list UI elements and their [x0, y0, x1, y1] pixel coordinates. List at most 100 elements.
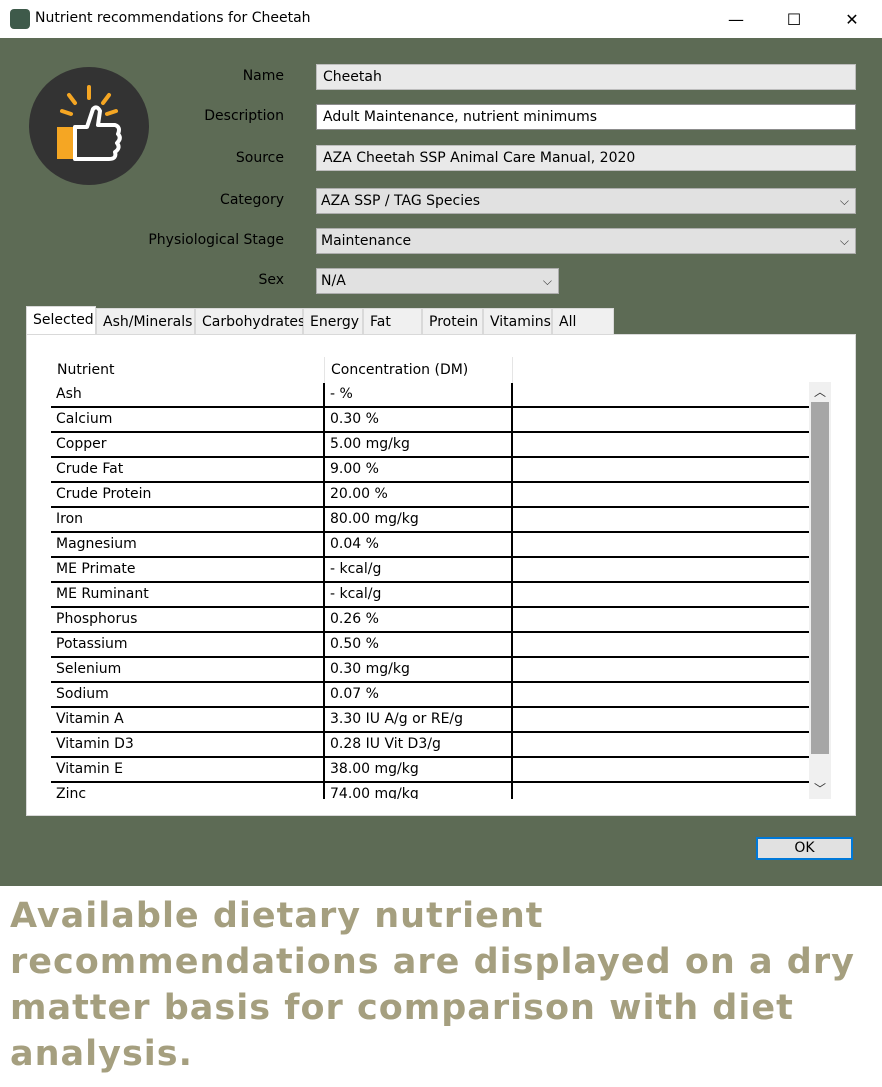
scroll-up-icon[interactable]: ︿ — [809, 382, 831, 402]
column-header-nutrient[interactable]: Nutrient — [51, 357, 325, 383]
empty-cell — [513, 733, 809, 756]
nutrient-cell: Sodium — [51, 683, 325, 706]
nutrient-cell: Iron — [51, 508, 325, 531]
tab-fat[interactable]: Fat — [363, 308, 422, 334]
table-row[interactable]: Potassium 0.50 % — [51, 633, 809, 658]
nutrient-cell: Magnesium — [51, 533, 325, 556]
empty-cell — [513, 633, 809, 656]
concentration-cell: 9.00 % — [325, 458, 513, 481]
nutrient-cell: Calcium — [51, 408, 325, 431]
empty-cell — [513, 783, 809, 799]
maximize-button[interactable]: ☐ — [765, 0, 823, 38]
table-row[interactable]: Selenium 0.30 mg/kg — [51, 658, 809, 683]
scrollbar-thumb[interactable] — [811, 402, 829, 754]
sex-label: Sex — [258, 272, 284, 288]
category-value: AZA SSP / TAG Species — [321, 193, 481, 209]
vertical-scrollbar[interactable]: ︿ ﹀ — [809, 382, 831, 799]
concentration-cell: 0.50 % — [325, 633, 513, 656]
concentration-cell: 80.00 mg/kg — [325, 508, 513, 531]
category-select[interactable]: AZA SSP / TAG Species ⌵ — [316, 188, 856, 214]
table-row[interactable]: Ash - % — [51, 383, 809, 408]
table-row[interactable]: Vitamin A 3.30 IU A/g or RE/g — [51, 708, 809, 733]
sex-select[interactable]: N/A ⌵ — [316, 268, 559, 294]
nutrient-cell: Selenium — [51, 658, 325, 681]
close-button[interactable]: ✕ — [823, 0, 881, 38]
ok-button[interactable]: OK — [756, 837, 853, 860]
empty-cell — [513, 708, 809, 731]
table-row[interactable]: Sodium 0.07 % — [51, 683, 809, 708]
category-label: Category — [220, 192, 284, 208]
empty-cell — [513, 483, 809, 506]
table-row[interactable]: Vitamin E 38.00 mg/kg — [51, 758, 809, 783]
table-row[interactable]: Magnesium 0.04 % — [51, 533, 809, 558]
table-row[interactable]: Vitamin D3 0.28 IU Vit D3/g — [51, 733, 809, 758]
tab-carbohydrates[interactable]: Carbohydrates — [195, 308, 305, 334]
sex-value: N/A — [321, 273, 346, 289]
stage-select[interactable]: Maintenance ⌵ — [316, 228, 856, 254]
concentration-cell: 5.00 mg/kg — [325, 433, 513, 456]
nutrient-cell: Crude Fat — [51, 458, 325, 481]
concentration-cell: 0.07 % — [325, 683, 513, 706]
empty-cell — [513, 383, 809, 406]
nutrient-cell: ME Primate — [51, 558, 325, 581]
source-label: Source — [235, 150, 284, 166]
column-header-concentration[interactable]: Concentration (DM) — [325, 357, 513, 383]
scroll-down-icon[interactable]: ﹀ — [809, 779, 831, 799]
chevron-down-icon: ⌵ — [542, 274, 552, 288]
tab-energy[interactable]: Energy — [303, 308, 363, 334]
table-row[interactable]: Iron 80.00 mg/kg — [51, 508, 809, 533]
chevron-down-icon: ⌵ — [839, 234, 849, 248]
app-icon — [10, 9, 30, 29]
empty-cell — [513, 608, 809, 631]
minimize-button[interactable]: — — [707, 0, 765, 38]
nutrient-cell: Zinc — [51, 783, 325, 799]
table-row[interactable]: Crude Protein 20.00 % — [51, 483, 809, 508]
concentration-cell: 20.00 % — [325, 483, 513, 506]
description-field[interactable]: Adult Maintenance, nutrient minimums — [316, 104, 856, 130]
table-row[interactable]: Calcium 0.30 % — [51, 408, 809, 433]
tab-all[interactable]: All — [552, 308, 614, 334]
concentration-cell: 0.04 % — [325, 533, 513, 556]
empty-cell — [513, 583, 809, 606]
thumbs-up-icon — [57, 85, 122, 161]
nutrient-cell: Vitamin D3 — [51, 733, 325, 756]
tab-ash-minerals[interactable]: Ash/Minerals — [96, 308, 195, 334]
nutrient-cell: Vitamin E — [51, 758, 325, 781]
caption-text: Available dietary nutrient recommendatio… — [10, 896, 855, 1074]
thumbs-up-logo — [29, 67, 149, 185]
nutrient-cell: ME Ruminant — [51, 583, 325, 606]
concentration-cell: 3.30 IU A/g or RE/g — [325, 708, 513, 731]
table-row[interactable]: Copper 5.00 mg/kg — [51, 433, 809, 458]
name-field[interactable]: Cheetah — [316, 64, 856, 90]
nutrient-cell: Crude Protein — [51, 483, 325, 506]
concentration-cell: 74.00 mg/kg — [325, 783, 513, 799]
nutrient-cell: Copper — [51, 433, 325, 456]
source-field[interactable]: AZA Cheetah SSP Animal Care Manual, 2020 — [316, 145, 856, 171]
concentration-cell: 0.30 % — [325, 408, 513, 431]
table-row[interactable]: ME Ruminant - kcal/g — [51, 583, 809, 608]
table-row[interactable]: Crude Fat 9.00 % — [51, 458, 809, 483]
empty-cell — [513, 658, 809, 681]
concentration-cell: - kcal/g — [325, 558, 513, 581]
empty-cell — [513, 533, 809, 556]
window-title: Nutrient recommendations for Cheetah — [35, 10, 311, 26]
concentration-cell: 0.28 IU Vit D3/g — [325, 733, 513, 756]
chevron-down-icon: ⌵ — [839, 194, 849, 208]
empty-cell — [513, 433, 809, 456]
stage-value: Maintenance — [321, 233, 412, 249]
nutrient-cell: Phosphorus — [51, 608, 325, 631]
nutrient-table: Nutrient Concentration (DM) Ash - % Calciu… — [51, 357, 831, 799]
tab-protein[interactable]: Protein — [422, 308, 483, 334]
empty-cell — [513, 558, 809, 581]
concentration-cell: 0.26 % — [325, 608, 513, 631]
concentration-cell: - kcal/g — [325, 583, 513, 606]
table-row[interactable]: Zinc 74.00 mg/kg — [51, 783, 809, 799]
description-label: Description — [204, 108, 284, 124]
empty-cell — [513, 408, 809, 431]
tab-selected[interactable]: Selected — [26, 306, 96, 336]
stage-label: Physiological Stage — [148, 232, 284, 248]
table-row[interactable]: Phosphorus 0.26 % — [51, 608, 809, 633]
concentration-cell: - % — [325, 383, 513, 406]
table-row[interactable]: ME Primate - kcal/g — [51, 558, 809, 583]
tab-vitamins[interactable]: Vitamins — [483, 308, 552, 334]
